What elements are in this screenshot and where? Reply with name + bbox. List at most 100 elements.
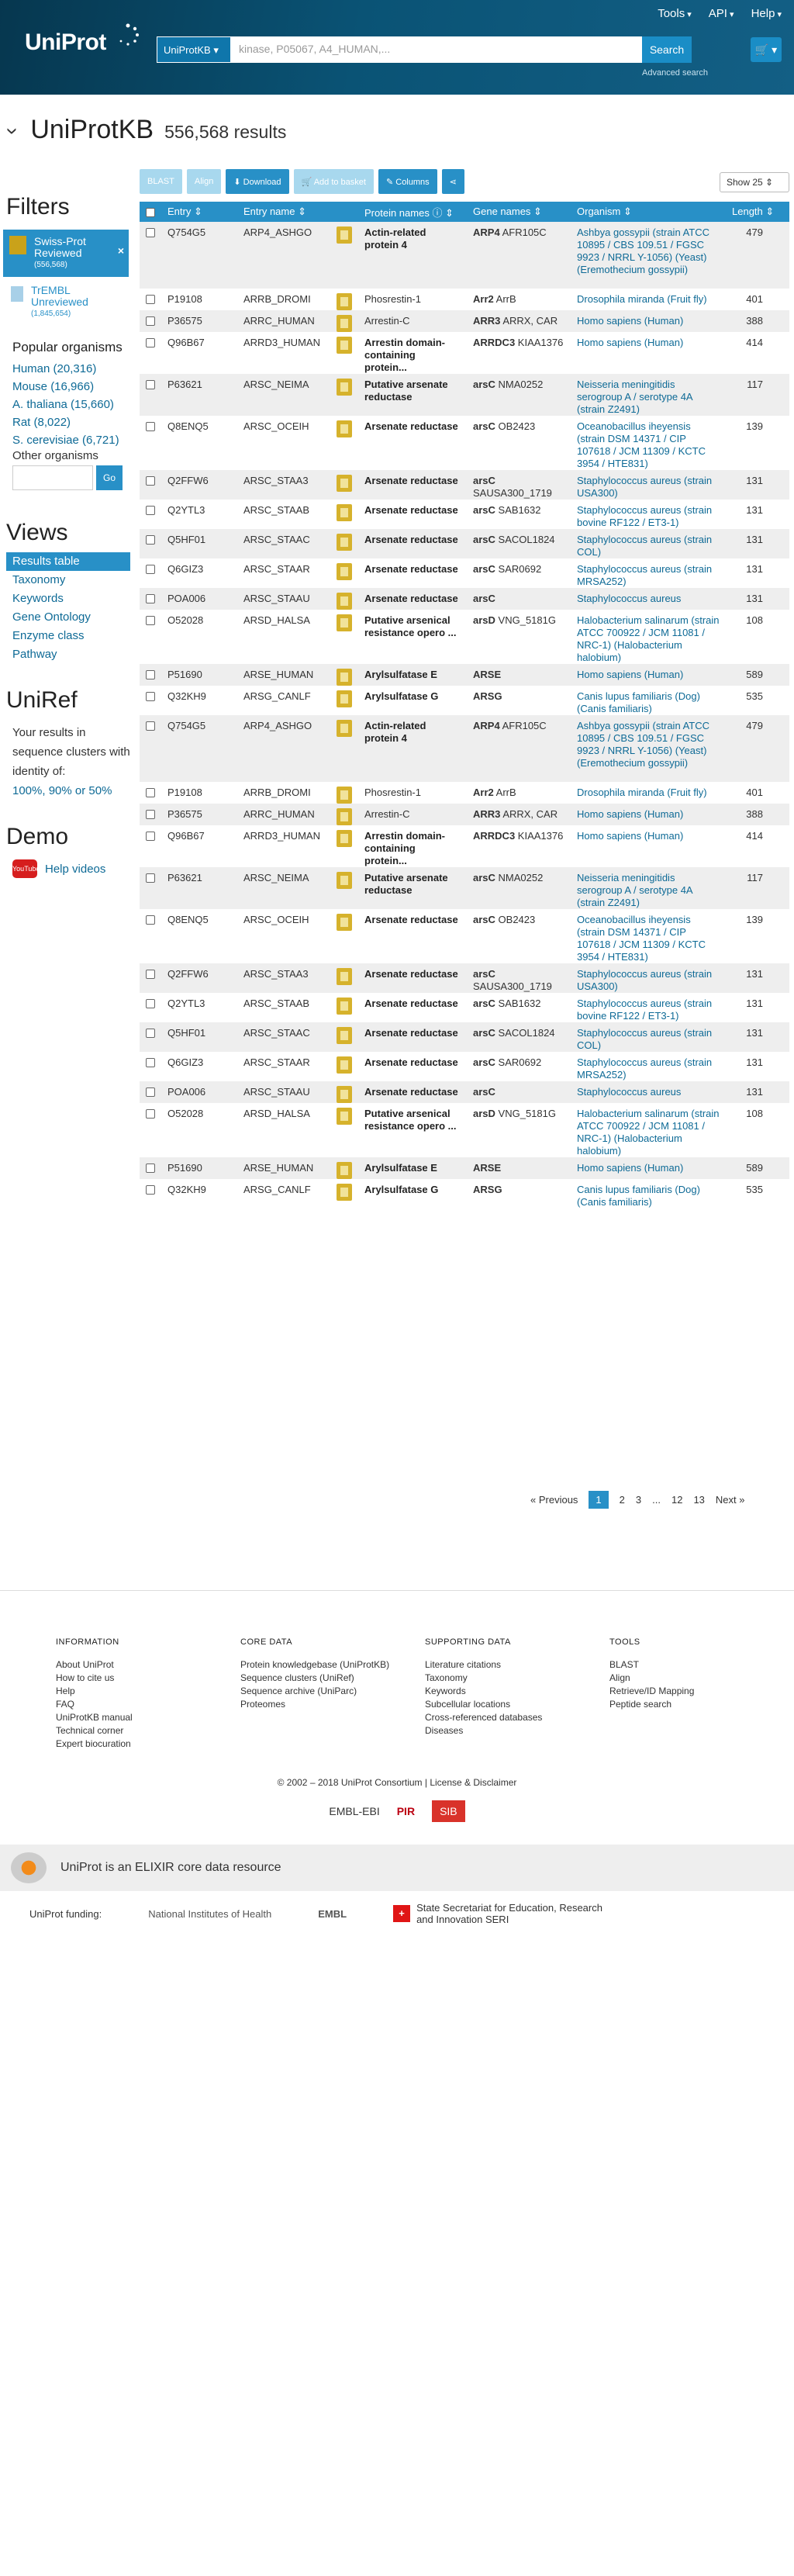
entry-accession[interactable]: P36575 bbox=[167, 315, 202, 327]
organism-link[interactable]: Homo sapiens (Human) bbox=[577, 337, 683, 348]
entry-accession[interactable]: P63621 bbox=[167, 379, 202, 390]
view-taxonomy[interactable]: Taxonomy bbox=[12, 571, 132, 590]
row-checkbox[interactable] bbox=[146, 535, 155, 545]
database-select[interactable]: UniProtKB ▾ bbox=[157, 36, 231, 63]
organism-link[interactable]: Homo sapiens (Human) bbox=[577, 808, 683, 820]
share-button[interactable]: ⋖ bbox=[441, 169, 464, 194]
next-page[interactable]: Next » bbox=[716, 1494, 745, 1506]
page-2[interactable]: 2 bbox=[620, 1494, 625, 1506]
row-checkbox[interactable] bbox=[146, 295, 155, 304]
footer-link[interactable]: FAQ bbox=[56, 1698, 240, 1711]
row-checkbox[interactable] bbox=[146, 873, 155, 883]
entry-accession[interactable]: P19108 bbox=[167, 293, 202, 305]
organism-link[interactable]: Oceanobacillus iheyensis (strain DSM 143… bbox=[577, 420, 706, 469]
uniprot-logo[interactable]: UniProt bbox=[25, 23, 139, 56]
row-checkbox[interactable] bbox=[146, 1185, 155, 1195]
col-organism[interactable]: Organism ⇕ bbox=[571, 202, 726, 222]
footer-link[interactable]: Subcellular locations bbox=[425, 1698, 609, 1711]
tools-menu[interactable]: Tools bbox=[658, 7, 692, 20]
elixir-logo[interactable] bbox=[11, 1852, 47, 1883]
row-checkbox[interactable] bbox=[146, 228, 155, 237]
organism-link[interactable]: Staphylococcus aureus (strain COL) bbox=[577, 534, 712, 558]
organism-link[interactable]: Homo sapiens (Human) bbox=[577, 830, 683, 842]
view-results-table[interactable]: Results table bbox=[6, 552, 130, 571]
row-checkbox[interactable] bbox=[146, 1087, 155, 1097]
row-checkbox[interactable] bbox=[146, 999, 155, 1008]
row-checkbox[interactable] bbox=[146, 1029, 155, 1038]
entry-accession[interactable]: Q5HF01 bbox=[167, 534, 205, 545]
embl-ebi-logo[interactable]: EMBL-EBI bbox=[329, 1805, 379, 1817]
col-gene-names[interactable]: Gene names ⇕ bbox=[467, 202, 571, 222]
row-checkbox[interactable] bbox=[146, 810, 155, 819]
organism-link[interactable]: Staphylococcus aureus (strain USA300) bbox=[577, 968, 712, 992]
trembl-filter[interactable]: TrEMBL Unreviewed (1,845,654) bbox=[3, 285, 129, 320]
footer-link[interactable]: Cross-referenced databases bbox=[425, 1711, 609, 1724]
footer-link[interactable]: How to cite us bbox=[56, 1672, 240, 1685]
footer-link[interactable]: Help bbox=[56, 1685, 240, 1698]
row-checkbox[interactable] bbox=[146, 970, 155, 979]
organism-link[interactable]: Drosophila miranda (Fruit fly) bbox=[577, 787, 707, 798]
footer-link[interactable]: Expert biocuration bbox=[56, 1738, 240, 1751]
view-gene-ontology[interactable]: Gene Ontology bbox=[12, 608, 132, 627]
row-checkbox[interactable] bbox=[146, 316, 155, 326]
nih-logo[interactable]: National Institutes of Health bbox=[148, 1908, 271, 1920]
columns-button[interactable]: ✎ Columns bbox=[378, 169, 437, 194]
footer-link[interactable]: Literature citations bbox=[425, 1658, 609, 1672]
row-checkbox[interactable] bbox=[146, 506, 155, 515]
col-length[interactable]: Length ⇕ bbox=[726, 202, 789, 222]
organism-link[interactable]: Staphylococcus aureus bbox=[577, 593, 681, 604]
search-input[interactable]: kinase, P05067, A4_HUMAN,... bbox=[231, 36, 642, 63]
entry-accession[interactable]: Q6GIZ3 bbox=[167, 1056, 203, 1068]
footer-link[interactable]: Sequence clusters (UniRef) bbox=[240, 1672, 425, 1685]
organism-mouse[interactable]: Mouse (16,966) bbox=[12, 378, 132, 396]
entry-accession[interactable]: Q5HF01 bbox=[167, 1027, 205, 1039]
basket-button[interactable]: 🛒 ▾ bbox=[751, 37, 782, 62]
pir-logo[interactable]: PIR bbox=[397, 1805, 415, 1817]
organism-link[interactable]: Drosophila miranda (Fruit fly) bbox=[577, 293, 707, 305]
organism-link[interactable]: Staphylococcus aureus (strain bovine RF1… bbox=[577, 504, 712, 528]
organism-link[interactable]: Halobacterium salinarum (strain ATCC 700… bbox=[577, 614, 720, 663]
search-button[interactable]: Search bbox=[642, 36, 692, 63]
organism-link[interactable]: Staphylococcus aureus (strain USA300) bbox=[577, 475, 712, 499]
row-checkbox[interactable] bbox=[146, 832, 155, 841]
organism-link[interactable]: Staphylococcus aureus (strain MRSA252) bbox=[577, 563, 712, 587]
page-13[interactable]: 13 bbox=[693, 1494, 704, 1506]
advanced-search-link[interactable]: Advanced search bbox=[642, 68, 708, 78]
entry-accession[interactable]: Q754G5 bbox=[167, 720, 205, 731]
footer-link[interactable]: Align bbox=[609, 1672, 794, 1685]
chevron-down-icon[interactable]: › bbox=[1, 127, 26, 134]
footer-link[interactable]: Sequence archive (UniParc) bbox=[240, 1685, 425, 1698]
entry-accession[interactable]: Q32KH9 bbox=[167, 690, 206, 702]
view-enzyme-class[interactable]: Enzyme class bbox=[12, 627, 132, 645]
page-1[interactable]: 1 bbox=[589, 1491, 609, 1509]
row-checkbox[interactable] bbox=[146, 788, 155, 797]
row-checkbox[interactable] bbox=[146, 422, 155, 431]
footer-link[interactable]: About UniProt bbox=[56, 1658, 240, 1672]
row-checkbox[interactable] bbox=[146, 1109, 155, 1119]
organism-rat[interactable]: Rat (8,022) bbox=[12, 413, 132, 431]
footer-link[interactable]: Keywords bbox=[425, 1685, 609, 1698]
footer-link[interactable]: Proteomes bbox=[240, 1698, 425, 1711]
row-checkbox[interactable] bbox=[146, 670, 155, 679]
entry-accession[interactable]: P63621 bbox=[167, 872, 202, 883]
entry-accession[interactable]: Q6GIZ3 bbox=[167, 563, 203, 575]
embl-logo[interactable]: EMBL bbox=[318, 1908, 347, 1920]
blast-button[interactable]: BLAST bbox=[140, 169, 182, 194]
entry-accession[interactable]: Q2FFW6 bbox=[167, 968, 209, 980]
entry-accession[interactable]: P51690 bbox=[167, 1162, 202, 1174]
add-to-basket-button[interactable]: 🛒 Add to basket bbox=[293, 169, 374, 194]
swissprot-filter[interactable]: Swiss-Prot Reviewed (556,568) × bbox=[3, 230, 129, 277]
organism-link[interactable]: Staphylococcus aureus bbox=[577, 1086, 681, 1098]
row-checkbox[interactable] bbox=[146, 721, 155, 731]
row-checkbox[interactable] bbox=[146, 616, 155, 625]
organism-human[interactable]: Human (20,316) bbox=[12, 360, 132, 378]
page-3[interactable]: 3 bbox=[636, 1494, 641, 1506]
entry-accession[interactable]: Q96B67 bbox=[167, 337, 205, 348]
col-entry-name[interactable]: Entry name ⇕ bbox=[237, 202, 330, 222]
go-button[interactable]: Go bbox=[96, 465, 123, 490]
entry-accession[interactable]: Q8ENQ5 bbox=[167, 420, 209, 432]
organism-link[interactable]: Canis lupus familiaris (Dog) (Canis fami… bbox=[577, 690, 700, 714]
organism-link[interactable]: Ashbya gossypii (strain ATCC 10895 / CBS… bbox=[577, 720, 709, 769]
organism-link[interactable]: Homo sapiens (Human) bbox=[577, 669, 683, 680]
entry-accession[interactable]: Q2YTL3 bbox=[167, 998, 205, 1009]
